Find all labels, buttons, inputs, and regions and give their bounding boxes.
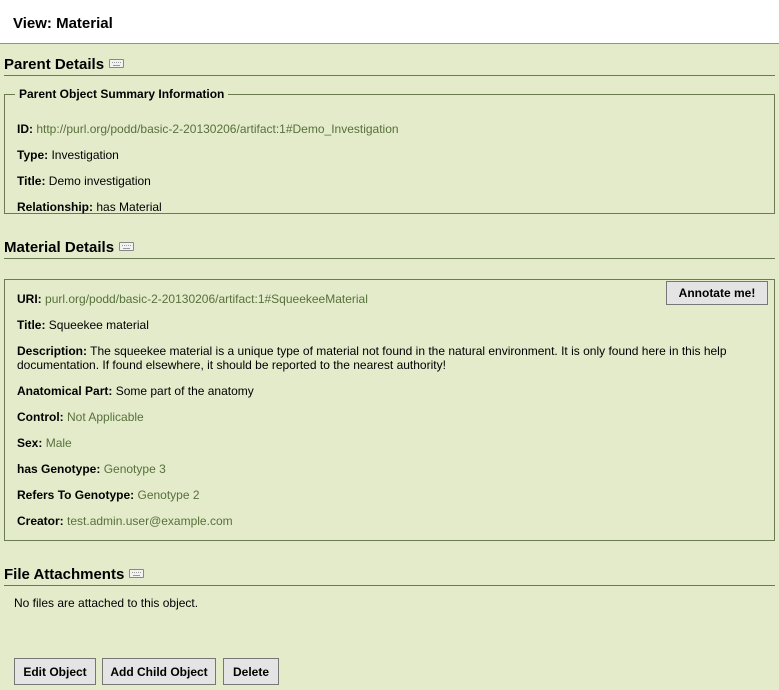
material-title-row: Title: Squeekee material [17, 318, 762, 332]
parent-relationship-value: has Material [96, 200, 162, 214]
parent-summary-legend: Parent Object Summary Information [19, 87, 225, 101]
material-anatomical-row: Anatomical Part: Some part of the anatom… [17, 384, 762, 398]
parent-id-link[interactable]: http://purl.org/podd/basic-2-20130206/ar… [36, 122, 398, 136]
material-genotype-row: has Genotype: Genotype 3 [17, 462, 762, 476]
material-refers-link[interactable]: Genotype 2 [137, 488, 199, 502]
material-sex-row: Sex: Male [17, 436, 762, 450]
material-refers-label: Refers To Genotype: [17, 488, 135, 502]
parent-type-label: Type: [17, 148, 49, 162]
material-control-label: Control: [17, 410, 64, 424]
parent-title-label: Title: [17, 174, 46, 188]
material-description-row: Description: The squeekee material is a … [17, 344, 762, 372]
material-details-box: Annotate me! URI: purl.org/podd/basic-2-… [4, 279, 775, 541]
parent-details-heading: Parent Details [4, 56, 775, 76]
material-description-value: The squeekee material is a unique type o… [17, 344, 727, 372]
parent-title-value: Demo investigation [48, 174, 151, 188]
material-title-label: Title: [17, 318, 46, 332]
material-creator-row: Creator: test.admin.user@example.com [17, 514, 762, 528]
material-anatomical-value: Some part of the anatomy [115, 384, 254, 398]
material-title-value: Squeekee material [48, 318, 149, 332]
material-refers-row: Refers To Genotype: Genotype 2 [17, 488, 762, 502]
delete-button[interactable]: Delete [223, 658, 279, 685]
material-creator-label: Creator: [17, 514, 64, 528]
keyboard-icon[interactable] [129, 569, 145, 578]
no-files-message: No files are attached to this object. [14, 596, 199, 610]
page-title: View: Material [13, 15, 113, 32]
parent-details-title: Parent Details [4, 56, 105, 73]
material-sex-link[interactable]: Male [46, 436, 72, 450]
material-control-row: Control: Not Applicable [17, 410, 762, 424]
material-creator-link[interactable]: test.admin.user@example.com [67, 514, 233, 528]
file-attachments-title: File Attachments [4, 566, 125, 583]
material-uri-label: URI: [17, 292, 42, 306]
parent-title-row: Title: Demo investigation [17, 174, 762, 188]
file-attachments-heading: File Attachments [4, 566, 775, 586]
material-anatomical-label: Anatomical Part: [17, 384, 113, 398]
material-uri-row: URI: purl.org/podd/basic-2-20130206/arti… [17, 292, 762, 306]
material-details-heading: Material Details [4, 239, 775, 259]
keyboard-icon[interactable] [109, 59, 125, 68]
material-sex-label: Sex: [17, 436, 43, 450]
material-control-link[interactable]: Not Applicable [67, 410, 144, 424]
parent-relationship-row: Relationship: has Material [17, 200, 762, 214]
keyboard-icon[interactable] [119, 242, 135, 251]
edit-object-button[interactable]: Edit Object [14, 658, 96, 685]
material-uri-link[interactable]: purl.org/podd/basic-2-20130206/artifact:… [45, 292, 368, 306]
material-genotype-label: has Genotype: [17, 462, 101, 476]
parent-id-row: ID: http://purl.org/podd/basic-2-2013020… [17, 122, 762, 136]
parent-type-value: Investigation [51, 148, 119, 162]
add-child-object-button[interactable]: Add Child Object [102, 658, 216, 685]
material-details-title: Material Details [4, 239, 115, 256]
parent-relationship-label: Relationship: [17, 200, 94, 214]
header-bar: View: Material [0, 0, 779, 44]
parent-type-row: Type: Investigation [17, 148, 762, 162]
material-genotype-link[interactable]: Genotype 3 [104, 462, 166, 476]
parent-id-label: ID: [17, 122, 33, 136]
material-description-label: Description: [17, 344, 88, 358]
parent-summary-box: Parent Object Summary Information ID: ht… [4, 87, 775, 214]
